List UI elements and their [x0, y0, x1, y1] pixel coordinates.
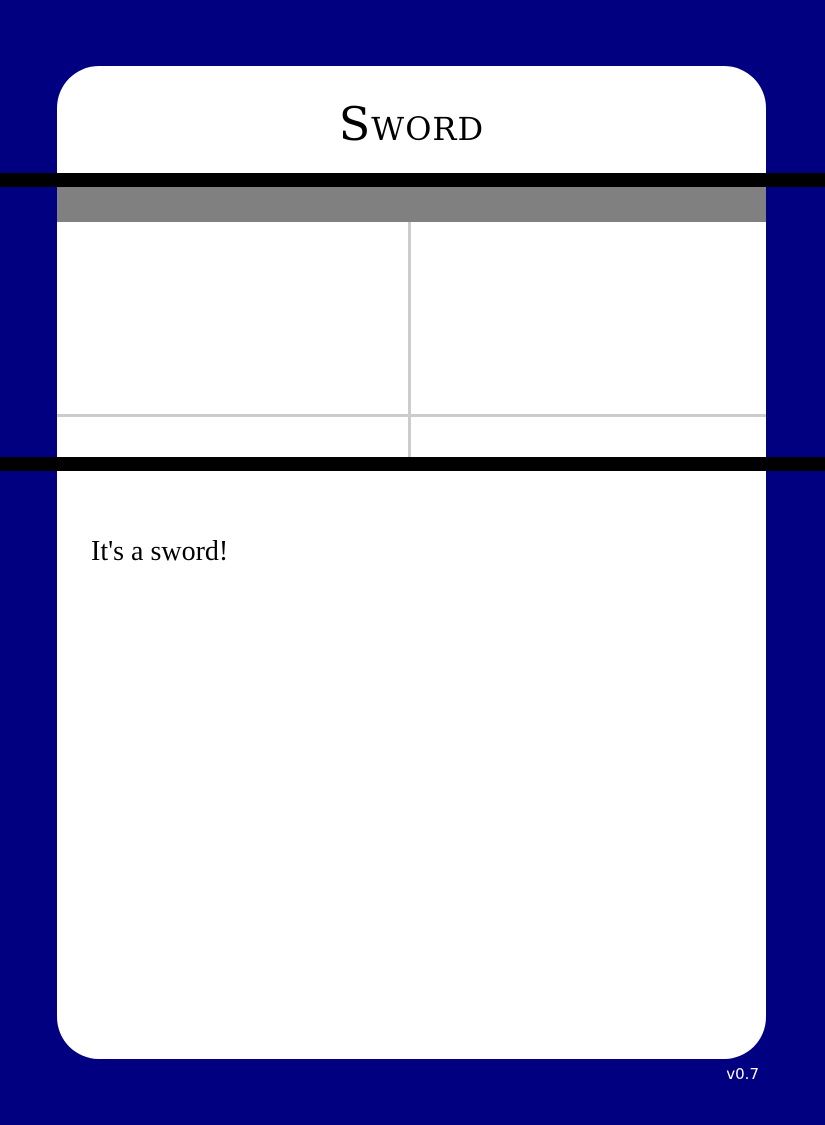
stat-cell-bottom-left — [57, 417, 411, 457]
card-description: It's a sword! — [91, 536, 229, 567]
stat-cell-bottom-right — [411, 417, 766, 457]
card-title: Sword — [338, 97, 485, 151]
stat-header-bar — [57, 187, 766, 222]
bottom-divider-band — [0, 457, 825, 471]
card-page: Sword It's a sword! v0.7 — [0, 0, 825, 1125]
stat-grid — [57, 222, 766, 457]
stat-cell-top-right — [411, 222, 766, 417]
top-divider-band — [0, 173, 825, 187]
version-label: v0.7 — [726, 1065, 759, 1083]
stat-cell-top-left — [57, 222, 411, 417]
